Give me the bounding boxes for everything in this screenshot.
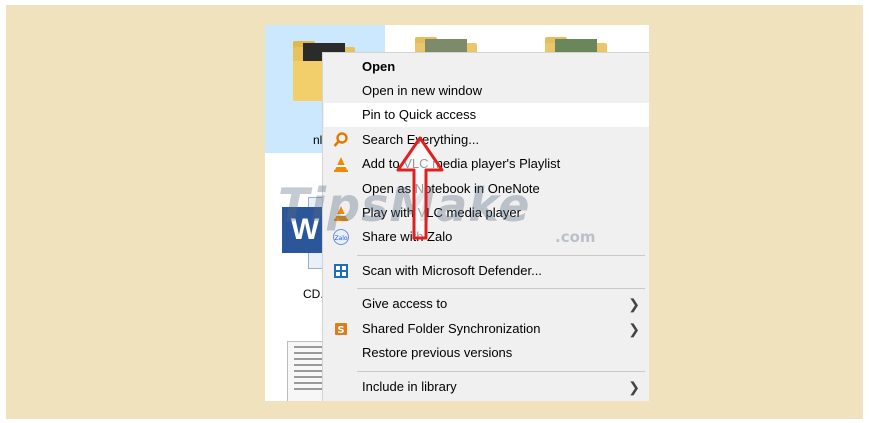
search-everything-icon	[333, 132, 349, 148]
menu-item-search-everything[interactable]: Search Everything...	[324, 128, 649, 152]
vlc-icon	[333, 205, 349, 221]
menu-separator	[357, 371, 645, 372]
chevron-right-icon: ❯	[628, 321, 640, 337]
menu-item-label: Pin to Quick access	[362, 107, 477, 122]
folder-label: nl	[313, 133, 323, 147]
chevron-right-icon: ❯	[628, 379, 640, 395]
sync-icon: S	[333, 321, 349, 337]
menu-item-pin-quick-access[interactable]: Pin to Quick access	[324, 103, 649, 127]
context-menu: Open Open in new window Pin to Quick acc…	[322, 52, 649, 401]
menu-item-label: Open in new window	[362, 83, 482, 98]
menu-item-label: Scan with Microsoft Defender...	[362, 263, 542, 278]
menu-item-add-vlc-playlist[interactable]: Add to VLC media player's Playlist	[324, 152, 649, 176]
menu-item-shared-folder-sync[interactable]: S Shared Folder Synchronization ❯	[324, 317, 649, 341]
menu-item-play-vlc[interactable]: Play with VLC media player	[324, 201, 649, 225]
menu-item-open-onenote[interactable]: Open as Notebook in OneNote	[324, 177, 649, 201]
menu-item-include-library[interactable]: Include in library ❯	[324, 375, 649, 399]
menu-item-label: Open as Notebook in OneNote	[362, 181, 540, 196]
defender-shield-icon	[333, 263, 349, 279]
explorer-screenshot: nl W CD. Open Open in new window Pin to …	[265, 25, 649, 401]
menu-item-share-zalo[interactable]: Zalo Share with Zalo	[324, 225, 649, 249]
word-file-label: CD.	[303, 287, 324, 301]
menu-item-label: Share with Zalo	[362, 229, 453, 244]
menu-item-label: Restore previous versions	[362, 345, 513, 360]
menu-item-label: Open	[362, 59, 396, 74]
menu-item-restore-versions[interactable]: Restore previous versions	[324, 341, 649, 365]
menu-item-label: Play with VLC media player	[362, 205, 521, 220]
menu-item-open-new-window[interactable]: Open in new window	[324, 79, 649, 103]
svg-text:S: S	[337, 325, 344, 336]
menu-item-label: Shared Folder Synchronization	[362, 321, 541, 336]
menu-item-scan-defender[interactable]: Scan with Microsoft Defender...	[324, 259, 649, 283]
menu-item-label: Include in library	[362, 379, 457, 394]
menu-item-give-access[interactable]: Give access to ❯	[324, 292, 649, 316]
zalo-icon: Zalo	[333, 229, 349, 245]
menu-item-label: Give access to	[362, 296, 448, 311]
menu-separator	[357, 255, 645, 256]
menu-separator	[357, 288, 645, 289]
vlc-icon	[333, 156, 349, 172]
menu-item-label: Search Everything...	[362, 132, 480, 147]
menu-item-label: Add to VLC media player's Playlist	[362, 156, 561, 171]
svg-text:Zalo: Zalo	[334, 235, 347, 242]
menu-item-open[interactable]: Open	[324, 55, 649, 79]
chevron-right-icon: ❯	[628, 296, 640, 312]
